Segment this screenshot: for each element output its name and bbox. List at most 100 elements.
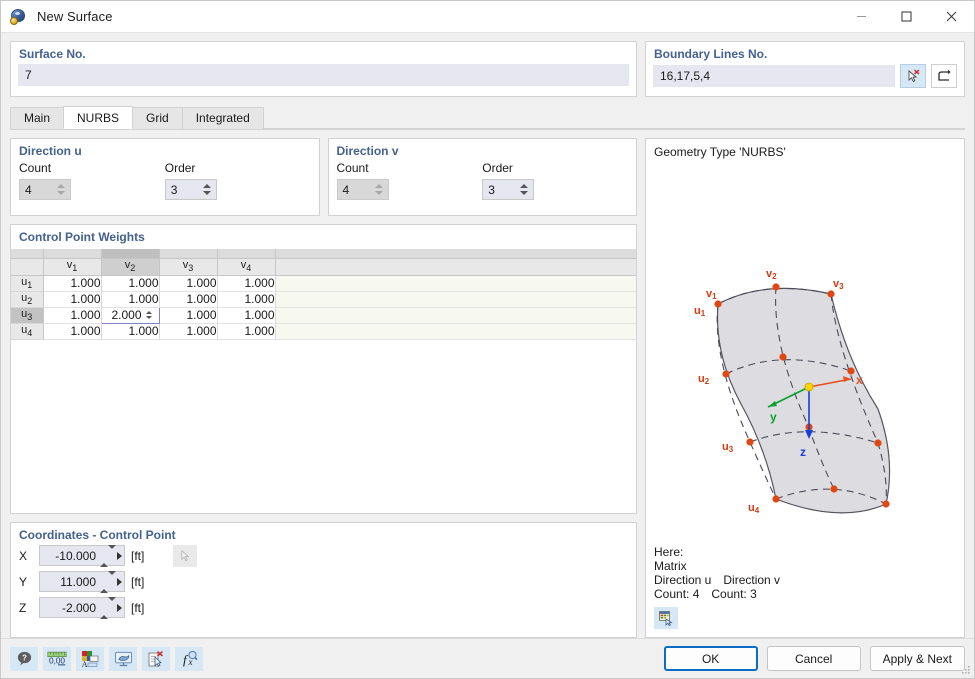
weight-cell-u3-tail [275, 307, 636, 324]
colors-fonts-icon[interactable]: A [76, 646, 104, 671]
dialog-footer: ? 0,00 A f x OK Cancel Apply & Next [1, 638, 974, 678]
table-row: u1 1.000 1.000 1.000 1.000 [11, 275, 636, 292]
direction-u-count-stepper: 4 [19, 179, 71, 200]
direction-v-order-value: 3 [488, 182, 495, 197]
expand-arrow-icon[interactable] [117, 577, 122, 586]
coordinate-row-y: Y 11.000 [ft] [19, 570, 636, 593]
weight-cell-u3-v2[interactable]: 2.000 [100, 306, 160, 324]
row-header-u1[interactable]: u1 [11, 275, 44, 292]
control-point-weights-title: Control Point Weights [19, 230, 145, 244]
ok-button[interactable]: OK [663, 646, 758, 671]
surface-no-input[interactable]: 7 [18, 64, 629, 86]
direction-v-panel: Direction v Count 4 Order 3 [327, 138, 637, 216]
row-header-u3[interactable]: u3 [11, 307, 44, 324]
stepper-arrows-icon [374, 180, 386, 199]
stepper-arrows-icon[interactable] [202, 180, 214, 199]
direction-v-count-field: Count 4 [336, 161, 483, 200]
stepper-arrows-icon[interactable] [100, 570, 116, 593]
coordinate-input-x[interactable]: -10.000 [39, 544, 125, 567]
svg-text:x: x [856, 373, 863, 387]
tab-main[interactable]: Main [10, 107, 65, 129]
boundary-lines-label: Boundary Lines No. [654, 47, 768, 61]
boundary-lines-input[interactable]: 16,17,5,4 [653, 65, 895, 87]
table-column-header-row: v1 v2 v3 v4 [11, 258, 636, 276]
left-column: Direction u Count 4 Order 3 Direction v … [10, 130, 637, 638]
coordinate-input-y[interactable]: 11.000 [39, 570, 125, 593]
window-controls [839, 1, 974, 33]
direction-u-order-stepper[interactable]: 3 [164, 179, 217, 200]
svg-text:0,00: 0,00 [49, 656, 65, 665]
weight-cell-u2-v4[interactable]: 1.000 [217, 291, 276, 308]
weight-cell-u2-tail [275, 291, 636, 308]
tab-integrated[interactable]: Integrated [181, 107, 264, 129]
select-lines-icon[interactable] [900, 64, 926, 88]
coordinate-row-x: X -10.000 [ft] [19, 544, 636, 567]
decimal-places-icon[interactable]: 0,00 [43, 646, 71, 671]
weight-cell-u4-v1[interactable]: 1.000 [43, 323, 102, 340]
formula-icon[interactable]: f x [175, 646, 203, 671]
help-icon[interactable]: ? [10, 646, 38, 671]
table-row: u2 1.000 1.000 1.000 1.000 [11, 291, 636, 308]
weight-cell-u1-tail [275, 275, 636, 292]
maximize-button[interactable] [884, 1, 929, 33]
direction-u-title: Direction u [19, 144, 82, 158]
minimize-button[interactable] [839, 1, 884, 33]
weight-cell-u2-v2[interactable]: 1.000 [101, 291, 160, 308]
svg-text:v1: v1 [706, 288, 717, 301]
row-header-u2[interactable]: u2 [11, 291, 44, 308]
direction-v-order-stepper[interactable]: 3 [482, 179, 535, 200]
stepper-arrows-icon[interactable] [520, 180, 531, 199]
weight-cell-u4-tail [275, 323, 636, 340]
weight-cell-u3-v4[interactable]: 1.000 [217, 307, 276, 324]
reverse-orientation-icon[interactable] [931, 64, 957, 88]
column-header-v2[interactable]: v2 [101, 258, 160, 276]
weight-cell-u2-v1[interactable]: 1.000 [43, 291, 102, 308]
expand-arrow-icon[interactable] [117, 603, 122, 612]
info-matrix: Matrix [654, 559, 687, 573]
weight-cell-u1-v4[interactable]: 1.000 [217, 275, 276, 292]
coordinates-title: Coordinates - Control Point [19, 528, 176, 542]
geometry-preview-panel: Geometry Type 'NURBS' x y z v1 v2 v3 u1 … [645, 138, 965, 638]
column-header-v4[interactable]: v4 [217, 258, 276, 276]
weight-cell-u4-v3[interactable]: 1.000 [159, 323, 218, 340]
coordinate-input-z[interactable]: -2.000 [39, 596, 125, 619]
column-header-v1[interactable]: v1 [43, 258, 102, 276]
dialog-action-buttons: OK Cancel Apply & Next [663, 646, 965, 671]
stepper-arrows-icon[interactable] [100, 544, 116, 567]
weight-cell-u4-v4[interactable]: 1.000 [217, 323, 276, 340]
expand-arrow-icon[interactable] [117, 551, 122, 560]
weight-cell-u3-v1[interactable]: 1.000 [43, 307, 102, 324]
coordinate-value-z: -2.000 [61, 600, 96, 615]
column-header-v3[interactable]: v3 [159, 258, 218, 276]
weight-cell-u1-v2[interactable]: 1.000 [101, 275, 160, 292]
close-button[interactable] [929, 1, 974, 33]
weight-cell-u4-v2[interactable]: 1.000 [101, 323, 160, 340]
surface-app-icon [10, 8, 28, 26]
tab-grid[interactable]: Grid [132, 107, 183, 129]
clear-selection-icon[interactable] [142, 646, 170, 671]
surface-no-label: Surface No. [19, 47, 86, 61]
stepper-arrows-icon[interactable] [145, 311, 156, 319]
weight-cell-u2-v3[interactable]: 1.000 [159, 291, 218, 308]
column-header-tail [275, 258, 636, 276]
control-point-weights-panel: Control Point Weights v1 v2 v3 v4 u1 1.0… [10, 224, 637, 514]
info-direction-u: Direction u [654, 573, 712, 587]
cancel-button[interactable]: Cancel [766, 646, 861, 671]
coordinate-label-y: Y [19, 574, 28, 589]
weight-cell-u1-v3[interactable]: 1.000 [159, 275, 218, 292]
boundary-lines-panel: Boundary Lines No. 16,17,5,4 [645, 41, 965, 97]
info-here: Here: [654, 545, 684, 559]
stepper-arrows-icon[interactable] [100, 596, 116, 619]
matrix-table-icon[interactable] [654, 607, 678, 629]
display-properties-icon[interactable] [109, 646, 137, 671]
tab-nurbs[interactable]: NURBS [63, 106, 134, 129]
table-group-header-row [11, 249, 636, 259]
row-header-u4[interactable]: u4 [11, 323, 44, 340]
pick-point-icon [173, 544, 197, 567]
weight-cell-u1-v1[interactable]: 1.000 [43, 275, 102, 292]
weight-cell-u3-v3[interactable]: 1.000 [159, 307, 218, 324]
resize-grip-icon[interactable] [961, 665, 971, 675]
coordinate-unit-y: [ft] [131, 574, 145, 589]
nurbs-3d-view[interactable]: x y z v1 v2 v3 u1 u2 u3 u4 [646, 159, 964, 545]
apply-next-button[interactable]: Apply & Next [869, 646, 965, 671]
